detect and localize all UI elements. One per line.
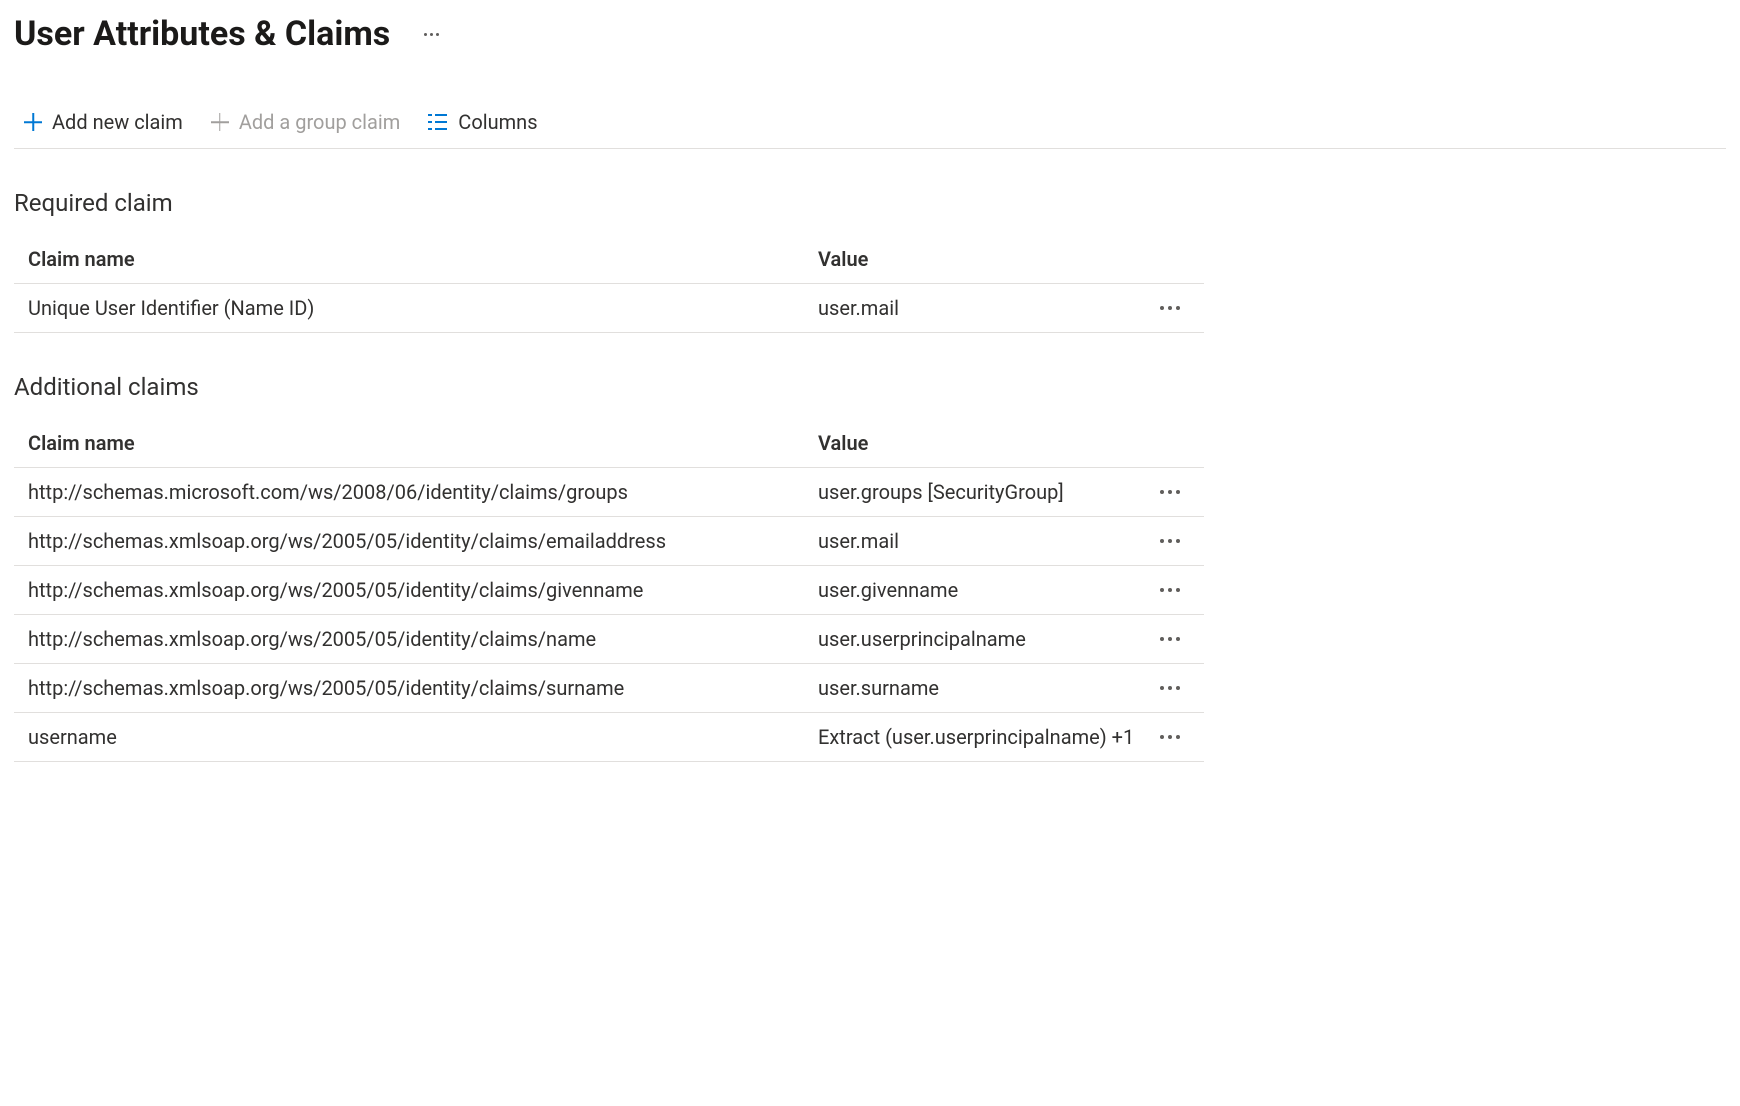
- table-row[interactable]: Unique User Identifier (Name ID)user.mai…: [14, 284, 1204, 333]
- table-row[interactable]: http://schemas.xmlsoap.org/ws/2005/05/id…: [14, 615, 1204, 664]
- row-more-actions-button[interactable]: [1154, 533, 1186, 549]
- table-header-row: Claim name Value: [14, 235, 1204, 284]
- row-more-actions-button[interactable]: [1154, 680, 1186, 696]
- table-row[interactable]: http://schemas.xmlsoap.org/ws/2005/05/id…: [14, 664, 1204, 713]
- add-new-claim-button[interactable]: Add new claim: [24, 110, 183, 134]
- table-row[interactable]: http://schemas.microsoft.com/ws/2008/06/…: [14, 468, 1204, 517]
- column-header-value: Value: [818, 431, 1150, 455]
- claim-name-cell: Unique User Identifier (Name ID): [28, 296, 818, 320]
- required-claim-heading: Required claim: [14, 189, 1726, 217]
- table-row[interactable]: http://schemas.xmlsoap.org/ws/2005/05/id…: [14, 517, 1204, 566]
- column-header-value: Value: [818, 247, 1150, 271]
- additional-claims-table: Claim name Value http://schemas.microsof…: [14, 419, 1204, 762]
- row-more-actions-button[interactable]: [1154, 300, 1186, 316]
- claim-value-cell: user.surname: [818, 676, 1150, 700]
- claim-name-cell: http://schemas.xmlsoap.org/ws/2005/05/id…: [28, 578, 818, 602]
- toolbar: Add new claim Add a group claim Columns: [14, 102, 1726, 149]
- column-header-name: Claim name: [28, 431, 818, 455]
- columns-icon: [428, 114, 448, 130]
- table-row[interactable]: http://schemas.xmlsoap.org/ws/2005/05/id…: [14, 566, 1204, 615]
- claim-name-cell: http://schemas.xmlsoap.org/ws/2005/05/id…: [28, 676, 818, 700]
- claim-value-cell: Extract (user.userprincipalname) +1: [818, 725, 1150, 749]
- columns-button[interactable]: Columns: [428, 110, 537, 134]
- claim-value-cell: user.mail: [818, 296, 1150, 320]
- table-header-row: Claim name Value: [14, 419, 1204, 468]
- add-new-claim-label: Add new claim: [52, 110, 183, 134]
- page-title: User Attributes & Claims: [14, 14, 390, 54]
- columns-label: Columns: [458, 110, 537, 134]
- claim-value-cell: user.userprincipalname: [818, 627, 1150, 651]
- plus-icon: [24, 113, 42, 131]
- plus-icon: [211, 113, 229, 131]
- row-more-actions-button[interactable]: [1154, 484, 1186, 500]
- column-header-name: Claim name: [28, 247, 818, 271]
- additional-claims-heading: Additional claims: [14, 373, 1726, 401]
- claim-value-cell: user.givenname: [818, 578, 1150, 602]
- row-more-actions-button[interactable]: [1154, 631, 1186, 647]
- row-more-actions-button[interactable]: [1154, 729, 1186, 745]
- required-claim-table: Claim name Value Unique User Identifier …: [14, 235, 1204, 333]
- add-group-claim-label: Add a group claim: [239, 110, 400, 134]
- claim-value-cell: user.mail: [818, 529, 1150, 553]
- claim-name-cell: http://schemas.microsoft.com/ws/2008/06/…: [28, 480, 818, 504]
- table-row[interactable]: usernameExtract (user.userprincipalname)…: [14, 713, 1204, 762]
- claim-name-cell: http://schemas.xmlsoap.org/ws/2005/05/id…: [28, 529, 818, 553]
- claim-name-cell: username: [28, 725, 818, 749]
- add-group-claim-button: Add a group claim: [211, 110, 400, 134]
- more-actions-button[interactable]: [418, 27, 445, 42]
- claim-name-cell: http://schemas.xmlsoap.org/ws/2005/05/id…: [28, 627, 818, 651]
- row-more-actions-button[interactable]: [1154, 582, 1186, 598]
- claim-value-cell: user.groups [SecurityGroup]: [818, 480, 1150, 504]
